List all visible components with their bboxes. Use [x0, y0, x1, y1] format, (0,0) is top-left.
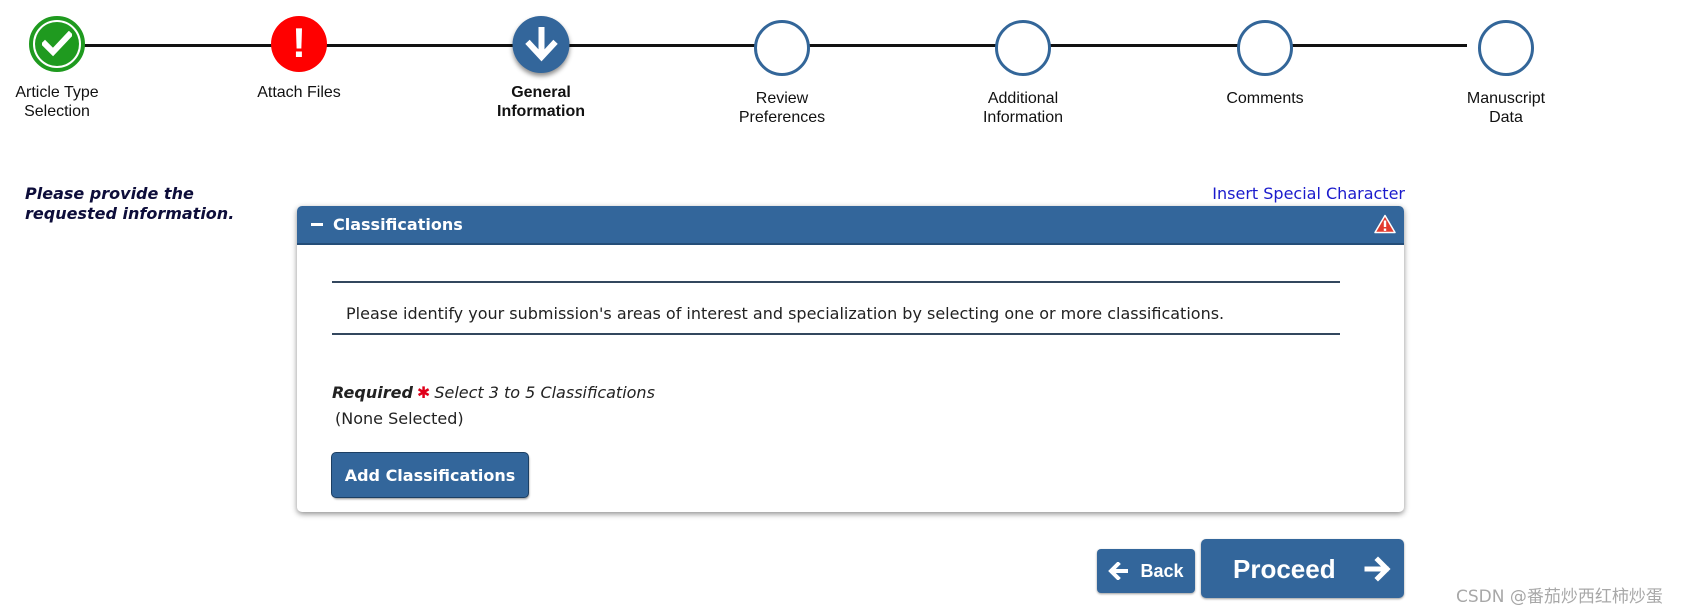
back-button[interactable]: Back [1097, 549, 1195, 593]
down-arrow-icon [524, 26, 558, 61]
step-error-indicator: ! [271, 16, 327, 72]
step-current-indicator [512, 16, 570, 73]
instructions-text: Please provide the requested information… [25, 184, 235, 223]
required-label: Required [332, 383, 413, 402]
step-label: Additional Information [982, 90, 1064, 126]
step-pending-indicator [754, 20, 810, 76]
classification-description: Please identify your submission's areas … [346, 304, 1225, 323]
warning-triangle-icon [1374, 214, 1396, 234]
classifications-panel: Classifications Please identify your sub… [297, 206, 1404, 512]
step-pending-indicator [1237, 20, 1293, 76]
step-pending-indicator [1478, 20, 1534, 76]
insert-special-character-link[interactable]: Insert Special Character [1100, 184, 1405, 203]
minus-icon[interactable] [311, 223, 323, 226]
proceed-button[interactable]: Proceed [1201, 539, 1404, 598]
selection-status: (None Selected) [335, 409, 464, 428]
divider [332, 333, 1340, 335]
checkmark-icon [42, 31, 72, 57]
exclamation-icon: ! [292, 19, 306, 66]
left-arrow-icon [1108, 562, 1129, 580]
step-pending-indicator [995, 20, 1051, 76]
panel-title: Classifications [333, 215, 463, 234]
add-classifications-button[interactable]: Add Classifications [332, 453, 528, 497]
step-label: Article Type Selection [15, 84, 99, 120]
right-arrow-icon [1364, 556, 1391, 582]
step-label: General Information [497, 84, 585, 120]
step-label: Comments [1226, 90, 1304, 107]
panel-header[interactable]: Classifications [297, 206, 1404, 245]
requirement-line: Required ✱ Select 3 to 5 Classifications [332, 383, 655, 402]
proceed-button-label: Proceed [1233, 554, 1336, 584]
back-button-label: Back [1140, 560, 1184, 581]
divider [332, 281, 1340, 283]
step-complete-indicator [29, 16, 85, 72]
requirement-hint: Select 3 to 5 Classifications [434, 383, 655, 402]
step-label: Review Preferences [738, 90, 826, 126]
required-star-icon: ✱ [416, 383, 431, 402]
step-label: Manuscript Data [1466, 90, 1546, 126]
step-label: Attach Files [257, 84, 341, 101]
watermark-text: CSDN @番茄炒西红柿炒蛋 [1456, 587, 1663, 607]
